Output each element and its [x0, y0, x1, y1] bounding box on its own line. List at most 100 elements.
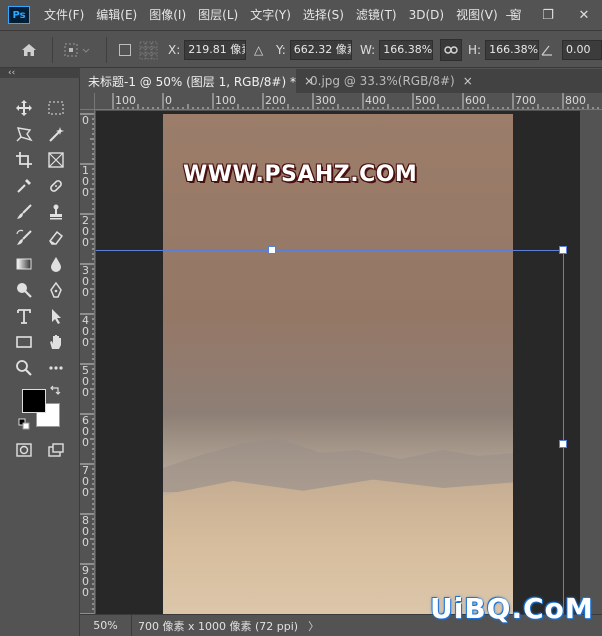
tab-label: 未标题-1 @ 50% (图层 1, RGB/8#) * [88, 74, 296, 89]
angle-icon [540, 39, 554, 61]
rectangle-tool-icon[interactable] [12, 330, 36, 354]
eraser-tool-icon[interactable] [44, 226, 68, 250]
tab-close-icon[interactable]: × [463, 74, 473, 88]
vertical-scrollbar[interactable] [580, 111, 602, 614]
tab-untitled-1[interactable]: 未标题-1 @ 50% (图层 1, RGB/8#) * × [80, 69, 314, 93]
tab-label: 0.jpg @ 33.3%(RGB/8#) [310, 74, 455, 88]
ruler-tick-label: 300 [315, 94, 336, 107]
vertical-ruler[interactable]: 0100200300400500600700800900 [80, 110, 95, 614]
ruler-tick-label: 0 [165, 94, 172, 107]
menu-select[interactable]: 选择(S) [297, 0, 350, 30]
reference-toggle-checkbox[interactable] [118, 39, 132, 61]
x-position-field[interactable]: 219.81 像素 [184, 40, 247, 60]
type-tool-icon[interactable] [12, 304, 36, 328]
delta-icon[interactable]: △ [254, 43, 263, 57]
magic-wand-tool-icon[interactable] [44, 122, 68, 146]
transform-handle-middle-right[interactable] [559, 440, 567, 448]
menu-3d[interactable]: 3D(D) [403, 0, 450, 30]
w-label: W: [360, 43, 376, 57]
pen-tool-icon[interactable] [44, 278, 68, 302]
default-colors-icon[interactable] [18, 418, 32, 432]
ruler-tick-label: 0 [82, 186, 89, 199]
y-label: Y: [276, 43, 286, 57]
ruler-tick-label: 0 [82, 486, 89, 499]
zoom-tool-icon[interactable] [12, 356, 36, 380]
restore-button[interactable]: ❐ [530, 0, 566, 30]
menu-filter[interactable]: 滤镜(T) [350, 0, 403, 30]
y-position-field[interactable]: 662.32 像素 [289, 40, 352, 60]
ruler-tick-label: 0 [82, 536, 89, 549]
link-icon[interactable] [440, 39, 462, 61]
window-controls: — ❐ ✕ [494, 0, 602, 30]
h-label: H: [468, 43, 482, 57]
ruler-tick-label: 600 [465, 94, 486, 107]
more-tools-icon[interactable] [44, 356, 68, 380]
x-label: X: [168, 43, 181, 57]
reference-grid-icon[interactable] [138, 39, 160, 61]
transform-box-top-edge[interactable] [96, 250, 564, 251]
dodge-tool-icon[interactable] [12, 278, 36, 302]
history-brush-tool-icon[interactable] [12, 226, 36, 250]
ruler-tick-label: 100 [215, 94, 236, 107]
transform-handle-top-middle[interactable] [268, 246, 276, 254]
toolbar [0, 78, 80, 636]
ruler-tick-label: 0 [82, 386, 89, 399]
document-info: 700 像素 x 1000 像素 (72 ppi) [138, 619, 299, 633]
transform-handle-top-right[interactable] [559, 246, 567, 254]
document-canvas[interactable]: WWW.PSAHZ.COM [163, 114, 513, 614]
ruler-tick-label: 200 [265, 94, 286, 107]
tab-0-jpg[interactable]: 0.jpg @ 33.3%(RGB/8#) × [302, 69, 473, 93]
ruler-tick-label: 0 [82, 436, 89, 449]
foreground-color-swatch[interactable] [22, 389, 46, 413]
ruler-origin[interactable] [80, 93, 95, 110]
hand-tool-icon[interactable] [44, 330, 68, 354]
ruler-tick-label: 400 [365, 94, 386, 107]
menu-image[interactable]: 图像(I) [143, 0, 192, 30]
swap-colors-icon[interactable] [48, 384, 62, 398]
brush-tool-icon[interactable] [12, 200, 36, 224]
quick-mask-icon[interactable] [12, 438, 36, 462]
minimize-button[interactable]: — [494, 0, 530, 30]
width-field[interactable]: 166.38% [379, 40, 434, 60]
eyedropper-tool-icon[interactable] [12, 174, 36, 198]
screen-mode-icon[interactable] [44, 438, 68, 462]
move-tool-icon[interactable] [12, 96, 36, 120]
transform-box-right-edge[interactable] [563, 250, 564, 614]
document-tab-bar: 未标题-1 @ 50% (图层 1, RGB/8#) * × 0.jpg @ 3… [80, 69, 602, 93]
ruler-tick-label: 100 [115, 94, 136, 107]
ruler-tick-label: 0 [82, 114, 89, 127]
ruler-tick-label: 0 [82, 336, 89, 349]
ruler-tick-label: 500 [415, 94, 436, 107]
blur-tool-icon[interactable] [44, 252, 68, 276]
clone-stamp-tool-icon[interactable] [44, 200, 68, 224]
menu-file[interactable]: 文件(F) [38, 0, 90, 30]
site-watermark: UiBQ.CoM [430, 592, 594, 625]
menu-layer[interactable]: 图层(L) [192, 0, 244, 30]
crop-tool-icon[interactable] [12, 148, 36, 172]
menu-edit[interactable]: 编辑(E) [90, 0, 143, 30]
gradient-tool-icon[interactable] [12, 252, 36, 276]
path-selection-tool-icon[interactable] [44, 304, 68, 328]
toolbar-collapse-button[interactable]: ‹‹ [0, 68, 80, 78]
ruler-tick-label: 700 [515, 94, 536, 107]
frame-tool-icon[interactable] [44, 148, 68, 172]
photoshop-logo: Ps [8, 6, 30, 24]
distant-dunes [163, 438, 513, 492]
rotation-angle-field[interactable]: 0.00 [562, 40, 602, 60]
ruler-tick-label: 800 [565, 94, 586, 107]
menu-type[interactable]: 文字(Y) [244, 0, 297, 30]
zoom-level-field[interactable]: 50% [80, 614, 132, 636]
horizontal-ruler[interactable]: 100 0 100 200 300 400 500 600 700 800 [95, 93, 602, 110]
lasso-tool-icon[interactable] [12, 122, 36, 146]
marquee-tool-icon[interactable] [44, 96, 68, 120]
ruler-tick-label: 0 [82, 286, 89, 299]
options-bar: X: 219.81 像素 △ Y: 662.32 像素 W: 166.38% H… [0, 30, 602, 68]
reference-point-icon[interactable] [62, 39, 92, 61]
close-button[interactable]: ✕ [566, 0, 602, 30]
home-icon[interactable] [20, 39, 38, 61]
status-menu-arrow-icon[interactable]: 〉 [308, 618, 319, 634]
healing-brush-tool-icon[interactable] [44, 174, 68, 198]
height-field[interactable]: 166.38% [485, 40, 540, 60]
canvas-watermark-text: WWW.PSAHZ.COM [183, 162, 418, 187]
ruler-tick-label: 0 [82, 586, 89, 599]
